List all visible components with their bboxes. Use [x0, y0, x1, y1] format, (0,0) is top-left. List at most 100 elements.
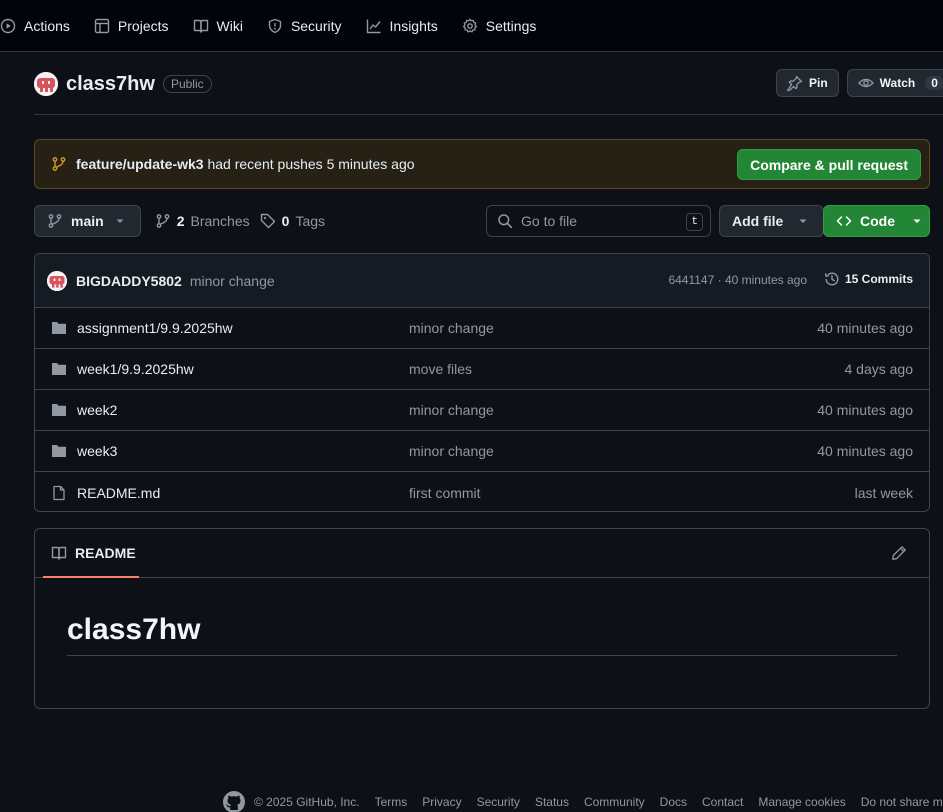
branches-link[interactable]: 2 Branches [155, 213, 250, 229]
add-file-label: Add file [732, 213, 784, 229]
nav-item-label: Security [290, 17, 342, 34]
table-row[interactable]: week2 minor change 40 minutes ago [35, 390, 929, 431]
readme-tabs: README [35, 529, 929, 578]
add-file-button[interactable]: Add file [719, 205, 825, 237]
file-date: 40 minutes ago [817, 402, 913, 418]
commit-meta[interactable]: 6441147 · 40 minutes ago [668, 273, 807, 287]
gear-icon [462, 18, 478, 34]
file-icon [51, 485, 67, 501]
readme-heading: class7hw [67, 613, 897, 656]
branch-icon [51, 156, 67, 172]
file-name[interactable]: week1/9.9.2025hw [77, 361, 194, 377]
repo-nav: Actions Projects Wiki Security Insights … [0, 0, 943, 52]
watch-button[interactable]: Watch 0 [846, 69, 943, 97]
file-commit-message[interactable]: minor change [409, 320, 494, 336]
footer-link-community[interactable]: Community [584, 795, 645, 809]
footer-link-status[interactable]: Status [535, 795, 569, 809]
table-row[interactable]: assignment1/9.9.2025hw minor change 40 m… [35, 308, 929, 349]
caret-down-icon [112, 213, 128, 229]
keyboard-shortcut: t [686, 213, 703, 231]
readme-panel: README class7hw [34, 528, 930, 709]
file-name[interactable]: README.md [77, 485, 160, 501]
pushed-branch-name[interactable]: feature/update-wk3 [76, 156, 204, 172]
code-button[interactable]: Code [823, 205, 930, 237]
footer-link-security[interactable]: Security [477, 795, 520, 809]
latest-commit-row: BIGDADDY5802 minor change 6441147 · 40 m… [35, 254, 929, 308]
repo-header: class7hw Public Pin Watch 0 [34, 68, 943, 100]
file-toolbar: main 2 Branches 0 Tags t Add file [34, 205, 930, 237]
file-date: 40 minutes ago [817, 320, 913, 336]
nav-item-label: Insights [389, 17, 438, 34]
file-commit-message[interactable]: move files [409, 361, 472, 377]
code-label: Code [860, 213, 895, 229]
push-message: had recent pushes 5 minutes ago [207, 156, 415, 172]
file-commit-message[interactable]: minor change [409, 402, 494, 418]
repo-name[interactable]: class7hw [66, 73, 155, 96]
book-icon [51, 545, 67, 561]
site-footer: © 2025 GitHub, Inc. Terms Privacy Securi… [222, 790, 943, 812]
nav-item-settings[interactable]: Settings [454, 10, 545, 42]
pin-button[interactable]: Pin [776, 69, 839, 97]
file-commit-message[interactable]: first commit [409, 485, 481, 501]
branch-icon [47, 213, 63, 229]
file-commit-message[interactable]: minor change [409, 443, 494, 459]
pencil-icon[interactable] [891, 545, 907, 561]
tags-label: Tags [295, 213, 326, 229]
folder-icon [51, 402, 67, 418]
nav-item-projects[interactable]: Projects [86, 10, 177, 42]
play-circle-icon [0, 18, 16, 34]
footer-link-privacy[interactable]: Privacy [422, 795, 461, 809]
file-date: 40 minutes ago [817, 443, 913, 459]
table-row[interactable]: week3 minor change 40 minutes ago [35, 431, 929, 472]
pin-label: Pin [809, 76, 828, 90]
table-row[interactable]: week1/9.9.2025hw move files 4 days ago [35, 349, 929, 390]
search-icon [497, 213, 513, 229]
graph-icon [366, 18, 382, 34]
file-table: BIGDADDY5802 minor change 6441147 · 40 m… [34, 253, 930, 512]
author-avatar[interactable] [47, 270, 67, 291]
footer-link-docs[interactable]: Docs [660, 795, 687, 809]
nav-item-label: Settings [485, 17, 537, 34]
tag-icon [260, 213, 276, 229]
tags-count: 0 [281, 213, 290, 229]
nav-item-actions[interactable]: Actions [0, 10, 78, 42]
folder-icon [51, 361, 67, 377]
divider [34, 114, 943, 115]
nav-item-wiki[interactable]: Wiki [185, 10, 251, 42]
github-logo-icon[interactable] [222, 790, 254, 812]
copyright: © 2025 GitHub, Inc. [254, 795, 360, 809]
folder-icon [51, 320, 67, 336]
tab-readme[interactable]: README [43, 529, 139, 578]
nav-item-insights[interactable]: Insights [358, 10, 446, 42]
footer-link-terms[interactable]: Terms [375, 795, 408, 809]
footer-link-manage-cookies[interactable]: Manage cookies [758, 795, 845, 809]
file-name[interactable]: assignment1/9.9.2025hw [77, 320, 233, 336]
branch-name: main [71, 213, 104, 229]
commits-link[interactable]: 15 Commits [824, 271, 913, 287]
footer-link-do-not-share[interactable]: Do not share my [861, 795, 943, 809]
footer-link-contact[interactable]: Contact [702, 795, 743, 809]
go-to-file-input[interactable] [521, 213, 681, 229]
commit-author[interactable]: BIGDADDY5802 [76, 273, 182, 289]
tags-link[interactable]: 0 Tags [260, 213, 325, 229]
branch-selector[interactable]: main [34, 205, 141, 237]
visibility-badge: Public [162, 75, 212, 93]
avatar[interactable] [34, 72, 58, 96]
compare-pull-request-button[interactable]: Compare & pull request [737, 149, 921, 180]
shield-icon [267, 18, 283, 34]
commit-message[interactable]: minor change [190, 273, 275, 289]
nav-item-security[interactable]: Security [259, 10, 350, 42]
go-to-file-field[interactable]: t [486, 205, 711, 237]
history-icon [824, 271, 840, 287]
code-icon [836, 213, 852, 229]
file-name[interactable]: week3 [77, 443, 117, 459]
branches-count: 2 [176, 213, 185, 229]
file-name[interactable]: week2 [77, 402, 117, 418]
caret-down-icon [909, 213, 925, 229]
caret-down-icon [795, 213, 811, 229]
pin-icon [787, 75, 803, 91]
commits-label: 15 Commits [844, 272, 913, 286]
branches-label: Branches [190, 213, 250, 229]
recent-push-banner: feature/update-wk3 had recent pushes 5 m… [34, 139, 930, 189]
table-row[interactable]: README.md first commit last week [35, 472, 929, 511]
